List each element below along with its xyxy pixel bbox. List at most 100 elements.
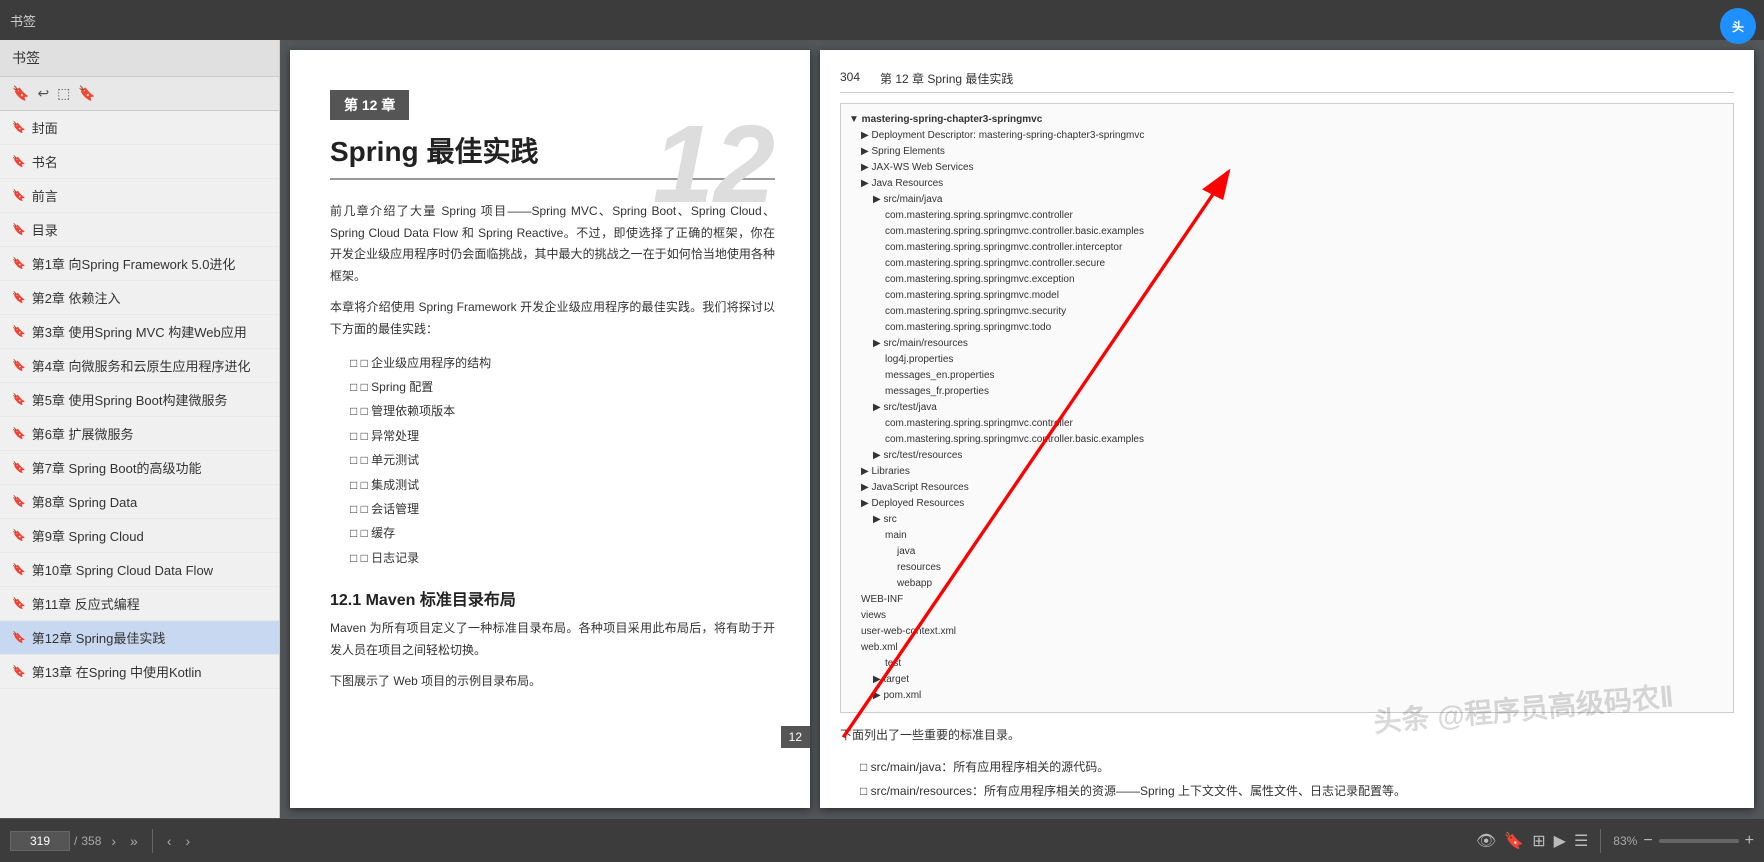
sidebar-item-11[interactable]: 🔖第8章 Spring Data [0,485,279,519]
grid-icon[interactable]: ⊞ [1532,831,1545,851]
sidebar-icon-1[interactable]: 🔖 [12,85,29,102]
below-tree-text: 下面列出了一些重要的标准目录。 [840,725,1734,747]
section-title-1: 12.1 Maven 标准目录布局 [330,586,775,610]
tree-item-18: ▶ src/test/java [849,400,1725,416]
tree-item-11: com.mastering.spring.springmvc.model [849,288,1725,304]
zoom-level: 83% [1613,834,1637,848]
bookmark-icon[interactable]: 🔖 [1504,831,1524,851]
left-bullet-2: □ 管理依赖项版本 [330,399,775,423]
tree-item-30: WEB-INF [849,592,1725,608]
page-input[interactable] [10,831,70,851]
zoom-slider[interactable] [1659,839,1739,843]
chapter-title-text: Spring 最佳实践 [330,136,538,167]
left-bullet-6: □ 会话管理 [330,497,775,521]
bookmark-icon-4: 🔖 [12,257,26,270]
left-bullet-5: □ 集成测试 [330,473,775,497]
sidebar-item-10[interactable]: 🔖第7章 Spring Boot的高级功能 [0,451,279,485]
tree-item-6: com.mastering.spring.springmvc.controlle… [849,208,1725,224]
sidebar-item-5[interactable]: 🔖第2章 依赖注入 [0,281,279,315]
tree-item-7: com.mastering.spring.springmvc.controlle… [849,224,1725,240]
sidebar-item-9[interactable]: 🔖第6章 扩展微服务 [0,417,279,451]
tree-item-15: log4j.properties [849,352,1725,368]
nav-last-btn[interactable]: » [126,831,142,851]
nav-back-btn[interactable]: ‹ [163,831,176,851]
tree-item-19: com.mastering.spring.springmvc.controlle… [849,416,1725,432]
right-bullet-1: □ src/main/resources：所有应用程序相关的资源——Spring… [840,779,1734,803]
tree-item-3: ▶ JAX-WS Web Services [849,160,1725,176]
tree-item-34: test [849,656,1725,672]
tree-item-28: resources [849,560,1725,576]
tree-item-13: com.mastering.spring.springmvc.todo [849,320,1725,336]
nav-forward-btn[interactable]: › [182,831,195,851]
bookmark-icon-12: 🔖 [12,529,26,542]
chapter-number-bg: 12 [653,110,775,220]
right-page-header: 304 第 12 章 Spring 最佳实践 [840,70,1734,93]
sidebar-item-13[interactable]: 🔖第10章 Spring Cloud Data Flow [0,553,279,587]
zoom-plus-btn[interactable]: + [1745,832,1754,850]
eye-icon[interactable]: 👁 [1476,831,1496,851]
sidebar-item-6[interactable]: 🔖第3章 使用Spring MVC 构建Web应用 [0,315,279,349]
tree-item-17: messages_fr.properties [849,384,1725,400]
left-bullet-3: □ 异常处理 [330,424,775,448]
left-bullet-1: □ Spring 配置 [330,375,775,399]
sidebar-item-1[interactable]: 🔖书名 [0,145,279,179]
bookmark-icon-0: 🔖 [12,121,26,134]
pdf-page-right: 304 第 12 章 Spring 最佳实践 ▼ mastering-sprin… [820,50,1754,808]
zoom-minus-btn[interactable]: − [1643,832,1652,850]
tree-item-35: ▶ target [849,672,1725,688]
sidebar-item-15[interactable]: 🔖第12章 Spring最佳实践 [0,621,279,655]
pdf-page-left: 第 12 章 12 Spring 最佳实践 前几章介绍了大量 Spring 项目… [290,50,810,808]
tree-item-14: ▶ src/main/resources [849,336,1725,352]
bookmark-icon-14: 🔖 [12,597,26,610]
tree-item-12: com.mastering.spring.springmvc.security [849,304,1725,320]
page-total: / [74,834,77,848]
menu-icon[interactable]: ☰ [1574,831,1588,851]
top-bar: 书签 × [0,0,1764,40]
bookmark-icon-16: 🔖 [12,665,26,678]
tree-item-24: ▶ Deployed Resources [849,496,1725,512]
sidebar-icon-4[interactable]: 🔖 [78,85,95,102]
bookmark-icon-15: 🔖 [12,631,26,644]
tree-item-29: webapp [849,576,1725,592]
page-navigation: / 358 [10,831,101,851]
window-title: 书签 [10,11,1737,30]
left-bullet-4: □ 单元测试 [330,448,775,472]
sidebar-item-16[interactable]: 🔖第13章 在Spring 中使用Kotlin [0,655,279,689]
tree-item-20: com.mastering.spring.springmvc.controlle… [849,432,1725,448]
right-bullet-2: □ src/main/webapp：Web 应用程序相关的所有资源——视图文件（… [840,803,1734,808]
bookmark-icon-7: 🔖 [12,359,26,372]
sidebar-item-8[interactable]: 🔖第5章 使用Spring Boot构建微服务 [0,383,279,417]
play-icon[interactable]: ▶ [1554,831,1566,851]
bookmark-icon-6: 🔖 [12,325,26,338]
sidebar-icon-2[interactable]: ↩ [37,85,49,102]
main-container: 书签 🔖 ↩ ⬚ 🔖 🔖封面🔖书名🔖前言🔖目录🔖第1章 向Spring Fram… [0,40,1764,818]
sidebar-item-12[interactable]: 🔖第9章 Spring Cloud [0,519,279,553]
sidebar: 书签 🔖 ↩ ⬚ 🔖 🔖封面🔖书名🔖前言🔖目录🔖第1章 向Spring Fram… [0,40,280,818]
tree-container: ▼ mastering-spring-chapter3-springmvc ▶ D… [840,103,1734,713]
intro-text-2: 本章将介绍使用 Spring Framework 开发企业级应用程序的最佳实践。… [330,297,775,340]
sidebar-item-14[interactable]: 🔖第11章 反应式编程 [0,587,279,621]
tree-item-0: ▼ mastering-spring-chapter3-springmvc [849,112,1725,128]
tree-item-9: com.mastering.spring.springmvc.controlle… [849,256,1725,272]
tree-item-8: com.mastering.spring.springmvc.controlle… [849,240,1725,256]
nav-next-btn[interactable]: › [107,831,120,851]
bookmark-icon-11: 🔖 [12,495,26,508]
sidebar-item-0[interactable]: 🔖封面 [0,111,279,145]
bookmark-icon-9: 🔖 [12,427,26,440]
right-chapter-ref: 第 12 章 Spring 最佳实践 [880,70,1013,87]
sidebar-item-2[interactable]: 🔖前言 [0,179,279,213]
user-avatar: 头 [1720,8,1756,44]
sidebar-item-3[interactable]: 🔖目录 [0,213,279,247]
bookmark-icon-1: 🔖 [12,155,26,168]
bookmark-icon-10: 🔖 [12,461,26,474]
page-badge: 12 [781,726,810,748]
chapter-title: 12 Spring 最佳实践 [330,130,775,180]
tree-item-22: ▶ Libraries [849,464,1725,480]
sidebar-item-4[interactable]: 🔖第1章 向Spring Framework 5.0进化 [0,247,279,281]
sidebar-items-list: 🔖封面🔖书名🔖前言🔖目录🔖第1章 向Spring Framework 5.0进化… [0,111,279,818]
tree-item-33: web.xml [849,640,1725,656]
sidebar-item-7[interactable]: 🔖第4章 向微服务和云原生应用程序进化 [0,349,279,383]
sidebar-icon-3[interactable]: ⬚ [57,85,70,102]
bottom-icons: 👁 🔖 ⊞ ▶ ☰ 83% − + [1476,829,1754,853]
tree-item-2: ▶ Spring Elements [849,144,1725,160]
